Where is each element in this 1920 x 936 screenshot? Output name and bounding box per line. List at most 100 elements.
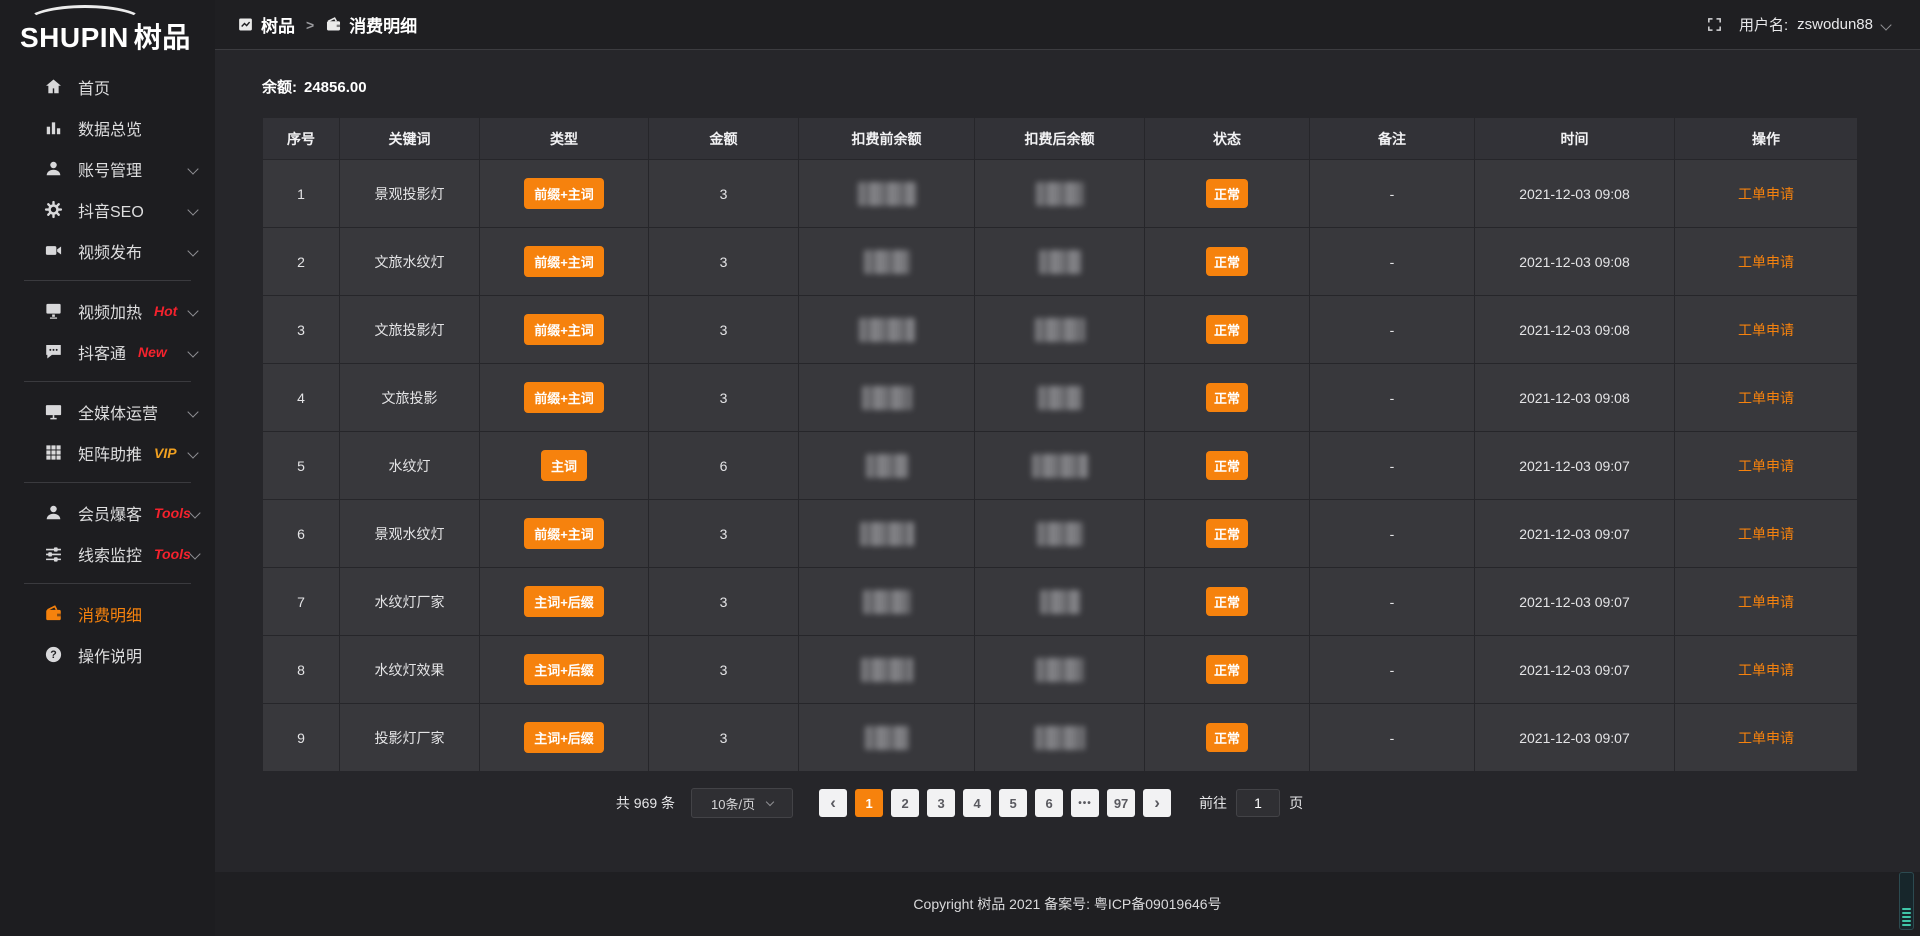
- work-order-link[interactable]: 工单申请: [1738, 730, 1794, 746]
- type-badge: 前缀+主词: [524, 382, 604, 413]
- table-header-row: 序号关键词类型金额扣费前余额扣费后余额状态备注时间操作: [263, 118, 1858, 160]
- page-button-5[interactable]: 5: [999, 789, 1027, 817]
- cell-type: 主词+后缀: [480, 636, 649, 704]
- page-button-6[interactable]: 6: [1035, 789, 1063, 817]
- cell-time: 2021-12-03 09:07: [1475, 500, 1675, 568]
- sidebar-item-home[interactable]: 首页: [0, 66, 215, 107]
- sidebar-divider: [24, 280, 191, 281]
- sidebar-item-clue-monitoring[interactable]: 线索监控Tools: [0, 533, 215, 574]
- cell-status: 正常: [1145, 500, 1310, 568]
- sidebar-item-label: 视频发布: [78, 239, 142, 263]
- column-header: 扣费后余额: [975, 118, 1145, 160]
- work-order-link[interactable]: 工单申请: [1738, 594, 1794, 610]
- sidebar-item-account-management[interactable]: 账号管理: [0, 148, 215, 189]
- sidebar-item-label: 账号管理: [78, 157, 142, 181]
- column-header: 扣费前余额: [799, 118, 975, 160]
- sidebar-item-all-media-operation[interactable]: 全媒体运营: [0, 391, 215, 432]
- page-button-1[interactable]: 1: [855, 789, 883, 817]
- ellipsis-page-button[interactable]: •••: [1071, 789, 1099, 817]
- table-row: 7水纹灯厂家主词+后缀3正常-2021-12-03 09:07工单申请: [263, 568, 1858, 636]
- sidebar-item-video-heating[interactable]: 视频加热Hot: [0, 290, 215, 331]
- goto-page-input[interactable]: [1236, 789, 1280, 817]
- cell-seq: 2: [263, 228, 340, 296]
- cell-balance-after: [975, 500, 1145, 568]
- page-size-select[interactable]: 10条/页: [691, 788, 793, 818]
- topbar: 树品 > 消费明细 用户名: zswodun88: [215, 0, 1920, 50]
- sidebar-item-consumption-detail[interactable]: 消费明细: [0, 593, 215, 634]
- masked-value: [860, 522, 914, 546]
- sidebar-item-data-overview[interactable]: 数据总览: [0, 107, 215, 148]
- next-page-button[interactable]: ›: [1143, 789, 1171, 817]
- cell-balance-after: [975, 228, 1145, 296]
- cell-action: 工单申请: [1675, 364, 1858, 432]
- breadcrumb-separator: >: [306, 17, 314, 33]
- cell-status: 正常: [1145, 364, 1310, 432]
- sidebar-item-label: 线索监控: [78, 542, 142, 566]
- masked-value: [859, 318, 915, 342]
- cell-status: 正常: [1145, 228, 1310, 296]
- work-order-link[interactable]: 工单申请: [1738, 322, 1794, 338]
- chevron-down-icon: [766, 797, 774, 805]
- prev-page-button[interactable]: ‹: [819, 789, 847, 817]
- work-order-link[interactable]: 工单申请: [1738, 458, 1794, 474]
- goto-page: 前往 页: [1199, 789, 1303, 817]
- cell-seq: 4: [263, 364, 340, 432]
- type-badge: 前缀+主词: [524, 518, 604, 549]
- cell-time: 2021-12-03 09:07: [1475, 432, 1675, 500]
- breadcrumb-root[interactable]: 树品: [237, 12, 295, 37]
- cell-seq: 6: [263, 500, 340, 568]
- type-badge: 前缀+主词: [524, 178, 604, 209]
- brand-logo[interactable]: SHUPIN树品: [0, 0, 215, 56]
- status-badge: 正常: [1206, 723, 1248, 752]
- chevron-down-icon: [189, 247, 197, 255]
- sidebar-item-matrix-boost[interactable]: 矩阵助推VIP: [0, 432, 215, 473]
- work-order-link[interactable]: 工单申请: [1738, 526, 1794, 542]
- sidebar-item-douyin-seo[interactable]: 抖音SEO: [0, 189, 215, 230]
- status-badge: 正常: [1206, 587, 1248, 616]
- cell-type: 主词+后缀: [480, 704, 649, 772]
- cell-remark: -: [1310, 500, 1475, 568]
- floating-widget[interactable]: [1899, 872, 1914, 930]
- masked-value: [1035, 726, 1085, 750]
- sidebar-item-label: 全媒体运营: [78, 400, 158, 424]
- cell-time: 2021-12-03 09:07: [1475, 568, 1675, 636]
- page-button-3[interactable]: 3: [927, 789, 955, 817]
- masked-value: [862, 386, 912, 410]
- cell-keyword: 文旅水纹灯: [340, 228, 480, 296]
- sidebar-item-operation-guide[interactable]: ?操作说明: [0, 634, 215, 675]
- work-order-link[interactable]: 工单申请: [1738, 390, 1794, 406]
- masked-value: [1039, 250, 1081, 274]
- cell-type: 前缀+主词: [480, 160, 649, 228]
- work-order-link[interactable]: 工单申请: [1738, 186, 1794, 202]
- cell-balance-after: [975, 364, 1145, 432]
- breadcrumb-current[interactable]: 消费明细: [325, 12, 417, 37]
- cell-type: 前缀+主词: [480, 500, 649, 568]
- masked-value: [1038, 386, 1082, 410]
- cell-seq: 5: [263, 432, 340, 500]
- cell-type: 前缀+主词: [480, 228, 649, 296]
- chevron-down-icon: [191, 509, 199, 517]
- sidebar-badge-new: New: [138, 344, 167, 360]
- balance-value: 24856.00: [304, 79, 367, 96]
- sidebar-item-video-publish[interactable]: 视频发布: [0, 230, 215, 271]
- fullscreen-icon[interactable]: [1706, 16, 1723, 33]
- sidebar-item-label: 操作说明: [78, 643, 142, 667]
- breadcrumb: 树品 > 消费明细: [237, 12, 417, 37]
- page-button-4[interactable]: 4: [963, 789, 991, 817]
- page-button-2[interactable]: 2: [891, 789, 919, 817]
- page-button-97[interactable]: 97: [1107, 789, 1135, 817]
- topbar-right: 用户名: zswodun88: [1706, 14, 1890, 35]
- sidebar-item-douketong[interactable]: 抖客通New: [0, 331, 215, 372]
- user-menu[interactable]: 用户名: zswodun88: [1739, 14, 1890, 35]
- video-icon: [44, 241, 63, 260]
- column-header: 序号: [263, 118, 340, 160]
- work-order-link[interactable]: 工单申请: [1738, 254, 1794, 270]
- sidebar-item-member-marketing[interactable]: 会员爆客Tools: [0, 492, 215, 533]
- cell-action: 工单申请: [1675, 500, 1858, 568]
- cell-action: 工单申请: [1675, 704, 1858, 772]
- type-badge: 前缀+主词: [524, 314, 604, 345]
- cell-amount: 3: [649, 160, 799, 228]
- masked-value: [866, 454, 908, 478]
- cell-time: 2021-12-03 09:07: [1475, 704, 1675, 772]
- work-order-link[interactable]: 工单申请: [1738, 662, 1794, 678]
